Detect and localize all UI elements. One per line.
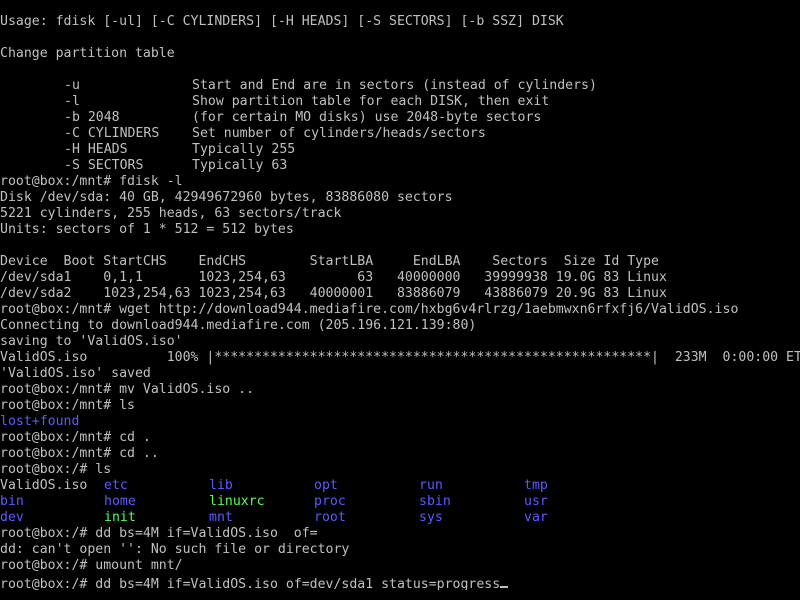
- wget-output: saving to 'ValidOS.iso': [0, 334, 183, 349]
- usage-line: Usage: fdisk [-ul] [-C CYLINDERS] [-H HE…: [0, 14, 564, 29]
- ls-entry-executable: linuxrc: [209, 494, 265, 509]
- command-line: root@box:/# umount mnt/: [0, 558, 183, 573]
- option-desc: Show partition table for each DISK, then…: [192, 94, 550, 109]
- option-desc: Start and End are in sectors (instead of…: [192, 78, 597, 93]
- ls-entry-directory: dev: [0, 510, 24, 525]
- ls-entry-directory: etc: [104, 478, 128, 493]
- command-input[interactable]: root@box:/# dd bs=4M if=ValidOS.iso of=d…: [0, 577, 500, 590]
- ls-row: dev init mnt root sys var: [0, 510, 800, 526]
- option-flag: -l: [64, 94, 80, 109]
- ls-entry-directory: bin: [0, 494, 24, 509]
- ls-entry-executable: init: [104, 510, 136, 525]
- command-line: root@box:/mnt# cd .: [0, 430, 151, 445]
- option-row: -u Start and End are in sectors (instead …: [0, 78, 800, 94]
- command-line: root@box:/# ls: [0, 462, 112, 477]
- command-line: root@box:/# dd bs=4M if=ValidOS.iso of=: [0, 526, 318, 541]
- error-line: dd: can't open '': No such file or direc…: [0, 542, 350, 557]
- option-row: -b 2048 (for certain MO disks) use 2048-b…: [0, 110, 800, 126]
- ls-row: bin home linuxrc proc sbin usr: [0, 494, 800, 510]
- command-line: root@box:/mnt# ls: [0, 398, 135, 413]
- option-row: -H HEADS Typically 255: [0, 142, 800, 158]
- active-command-line[interactable]: root@box:/# dd bs=4M if=ValidOS.iso of=d…: [0, 574, 800, 590]
- disk-info-line: Units: sectors of 1 * 512 = 512 bytes: [0, 222, 294, 237]
- option-flag: -u: [64, 78, 80, 93]
- option-desc: Typically 255: [192, 142, 296, 157]
- option-row: -C CYLINDERS Set number of cylinders/head…: [0, 126, 800, 142]
- ls-entry-directory: home: [104, 494, 136, 509]
- ls-entry-directory: tmp: [524, 478, 548, 493]
- option-flag: -C CYLINDERS: [64, 126, 160, 141]
- option-desc: Set number of cylinders/heads/sectors: [192, 126, 486, 141]
- disk-info-line: Disk /dev/sda: 40 GB, 42949672960 bytes,…: [0, 190, 453, 205]
- partition-row: /dev/sda2 1023,254,63 1023,254,63 400000…: [0, 286, 667, 301]
- ls-entry-directory: run: [419, 478, 443, 493]
- option-flag: -b 2048: [64, 110, 120, 125]
- disk-info-line: 5221 cylinders, 255 heads, 63 sectors/tr…: [0, 206, 342, 221]
- ls-entry-directory: var: [524, 510, 548, 525]
- partition-table-header: Device Boot StartCHS EndCHS StartLBA End…: [0, 254, 659, 269]
- ls-entry-directory: proc: [314, 494, 346, 509]
- ls-entry-directory: lost+found: [0, 414, 80, 429]
- ls-row: ValidOS.iso etc lib opt run tmp: [0, 478, 800, 494]
- option-row: -l Show partition table for each DISK, th…: [0, 94, 800, 110]
- ls-entry-directory: usr: [524, 494, 548, 509]
- wget-output: Connecting to download944.mediafire.com …: [0, 318, 477, 333]
- option-flag: -H HEADS: [64, 142, 128, 157]
- option-desc: Typically 63: [192, 158, 288, 173]
- command-line: root@box:/mnt# mv ValidOS.iso ..: [0, 382, 255, 397]
- command-line: root@box:/mnt# fdisk -l: [0, 174, 183, 189]
- terminal-window[interactable]: Usage: fdisk [-ul] [-C CYLINDERS] [-H HE…: [0, 0, 800, 600]
- partition-row: /dev/sda1 0,1,1 1023,254,63 63 40000000 …: [0, 270, 667, 285]
- ls-entry-directory: lib: [209, 478, 233, 493]
- ls-entry-directory: opt: [314, 478, 338, 493]
- command-line: root@box:/mnt# wget http://download944.m…: [0, 302, 739, 317]
- change-title: Change partition table: [0, 46, 175, 61]
- text-cursor: [500, 574, 509, 588]
- command-line: root@box:/mnt# cd ..: [0, 446, 159, 461]
- option-row: -S SECTORS Typically 63: [0, 158, 800, 174]
- ls-entry-directory: sbin: [419, 494, 451, 509]
- wget-output: 'ValidOS.iso' saved: [0, 366, 151, 381]
- option-desc: (for certain MO disks) use 2048-byte sec…: [192, 110, 542, 125]
- ls-entry-directory: root: [314, 510, 346, 525]
- ls-entry-file: ValidOS.iso: [0, 478, 88, 493]
- ls-entry-directory: sys: [419, 510, 443, 525]
- ls-entry-directory: mnt: [209, 510, 233, 525]
- option-flag: -S SECTORS: [64, 158, 144, 173]
- wget-progress-bar: ValidOS.iso 100% |**********************…: [0, 350, 800, 365]
